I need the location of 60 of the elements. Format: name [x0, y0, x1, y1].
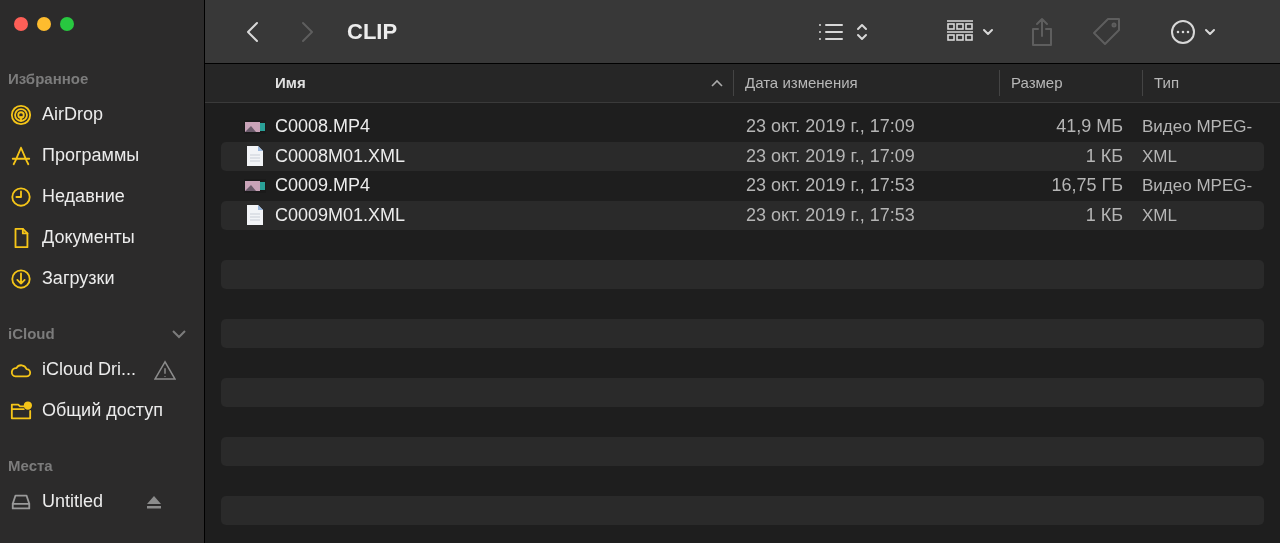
column-header[interactable]: Дата изменения: [733, 70, 999, 96]
download-icon: [10, 267, 32, 290]
file-row[interactable]: C0009M01.XML 23 окт. 2019 г., 17:53 1 КБ XML: [221, 200, 1264, 230]
file-row[interactable]: C0009.MP4 23 окт. 2019 г., 17:53 16,75 ГБ Видео MPEG-: [221, 171, 1264, 201]
sidebar-item[interactable]: Общий доступ: [0, 390, 204, 431]
size-cell-text: 41,9 МБ: [1055, 115, 1124, 139]
sidebar-section-title: iCloud: [8, 323, 55, 344]
chevron-right-icon: [299, 19, 315, 44]
type-cell-text: Видео MPEG-: [1141, 175, 1253, 197]
type-cell-text: Видео MPEG-: [1141, 116, 1253, 138]
column-header[interactable]: Имя: [205, 70, 733, 96]
file-name: C0008.MP4: [275, 115, 371, 139]
window-title: CLIP: [347, 18, 398, 46]
sidebar-item[interactable]: iCloud Dri...: [0, 349, 204, 390]
type-cell-text: XML: [1141, 145, 1177, 168]
clock-icon: [10, 185, 32, 208]
size-cell-text: 1 КБ: [1084, 144, 1124, 168]
date-cell-text: 23 окт. 2019 г., 17:09: [745, 144, 916, 168]
chevron-down-icon: [982, 27, 994, 36]
column-header[interactable]: Размер: [999, 70, 1142, 96]
minimize-button[interactable]: [37, 17, 51, 31]
list-icon: [818, 21, 844, 42]
sidebar-section-title: Места: [8, 455, 53, 476]
type-cell-text: XML: [1141, 204, 1177, 227]
zoom-button[interactable]: [60, 17, 74, 31]
size-cell-text: 16,75 ГБ: [1050, 174, 1124, 198]
sidebar-item[interactable]: Программы: [0, 135, 204, 176]
document-icon: [246, 204, 264, 227]
date-cell-text: 23 окт. 2019 г., 17:09: [745, 115, 916, 139]
sidebar-section-title: Избранное: [8, 68, 89, 89]
size-cell-text: 1 КБ: [1084, 203, 1124, 227]
shared-folder-icon: [10, 399, 32, 422]
sidebar-item[interactable]: Документы: [0, 217, 204, 258]
file-row[interactable]: C0008.MP4 23 окт. 2019 г., 17:09 41,9 МБ Видео MPEG-: [221, 112, 1264, 142]
sidebar-item[interactable]: AirDrop: [0, 94, 204, 135]
airdrop-icon: [10, 103, 32, 126]
date-cell-text: 23 окт. 2019 г., 17:53: [745, 203, 916, 227]
warning-icon[interactable]: [154, 359, 176, 380]
chevron-left-icon: [245, 19, 261, 44]
chevron-down-icon: [1204, 27, 1216, 36]
column-header[interactable]: Тип: [1142, 70, 1280, 96]
tag-icon: [1092, 16, 1122, 47]
file-name: C0009.MP4: [275, 174, 371, 198]
sidebar-item[interactable]: Untitled: [0, 481, 204, 522]
eject-icon[interactable]: [146, 494, 162, 509]
document-icon: [246, 145, 264, 168]
share-icon: [1030, 16, 1054, 47]
sort-caret-icon: [711, 79, 723, 87]
apps-icon: [10, 144, 32, 167]
sidebar-item[interactable]: Загрузки: [0, 258, 204, 299]
date-cell-text: 23 окт. 2019 г., 17:53: [745, 174, 916, 198]
grid-icon: [946, 19, 974, 44]
file-row[interactable]: C0008M01.XML 23 окт. 2019 г., 17:09 1 КБ XML: [221, 141, 1264, 171]
up-down-chevron-icon: [856, 21, 868, 42]
chevron-icon[interactable]: [172, 329, 186, 339]
more-icon: [1170, 18, 1196, 45]
close-button[interactable]: [14, 17, 28, 31]
file-name: C0009M01.XML: [275, 203, 406, 227]
file-name: C0008M01.XML: [275, 144, 406, 168]
sidebar-item[interactable]: Недавние: [0, 176, 204, 217]
